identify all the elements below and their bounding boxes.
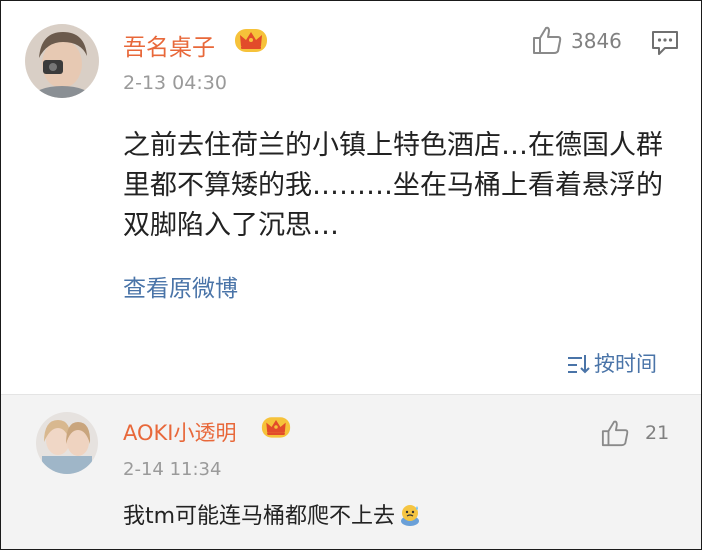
like-count: 21 <box>645 422 670 444</box>
avatar[interactable] <box>25 24 99 98</box>
username[interactable]: AOKI小透明 <box>123 417 237 447</box>
main-comment: 吾名桌子 2-13 04:30 3846 之前去住荷兰的小镇上特色酒店…在德国人… <box>1 1 701 394</box>
thumbs-up-icon[interactable] <box>601 419 629 447</box>
comment-icon[interactable] <box>651 29 679 56</box>
thumbs-up-icon[interactable] <box>532 25 562 55</box>
comment-screenshot: 吾名桌子 2-13 04:30 3846 之前去住荷兰的小镇上特色酒店…在德国人… <box>0 0 702 550</box>
reply-text-row: 我tm可能连马桶都爬不上去 <box>123 498 423 530</box>
vip-crown-icon <box>261 417 291 438</box>
reply-comment: AOKI小透明 2-14 11:34 21 我tm可能连马桶都爬不上去 <box>1 394 701 549</box>
like-count: 3846 <box>571 29 622 53</box>
view-original-link[interactable]: 查看原微博 <box>123 269 238 303</box>
sort-icon <box>568 355 590 374</box>
sort-label: 按时间 <box>594 352 657 376</box>
comment-text: 之前去住荷兰的小镇上特色酒店…在德国人群里都不算矮的我………坐在马桶上看着悬浮的… <box>123 130 663 241</box>
sweat-emoji-icon <box>401 505 420 526</box>
username[interactable]: 吾名桌子 <box>123 28 215 62</box>
vip-crown-icon <box>235 29 267 52</box>
timestamp: 2-13 04:30 <box>123 72 227 94</box>
reply-text: 我tm可能连马桶都爬不上去 <box>123 504 396 529</box>
timestamp: 2-14 11:34 <box>123 459 222 480</box>
sort-by-time-button[interactable]: 按时间 <box>566 348 657 378</box>
avatar[interactable] <box>36 412 98 474</box>
